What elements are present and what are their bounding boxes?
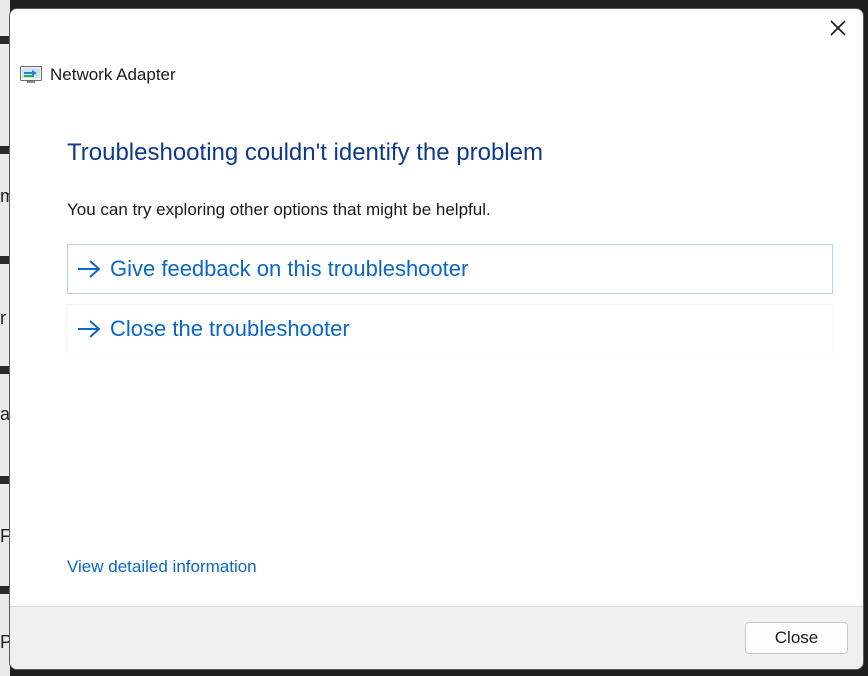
window-title: Network Adapter [50, 65, 176, 84]
close-button[interactable]: Close [745, 622, 848, 654]
dialog-footer: Close [10, 606, 863, 669]
page-title: Troubleshooting couldn't identify the pr… [67, 139, 543, 166]
page-subtitle: You can try exploring other options that… [67, 200, 491, 219]
give-feedback-option[interactable]: Give feedback on this troubleshooter [67, 244, 833, 294]
window-title-bar: Network Adapter [20, 65, 176, 85]
close-troubleshooter-option[interactable]: Close the troubleshooter [67, 304, 833, 354]
option-label: Close the troubleshooter [110, 316, 350, 341]
network-adapter-icon [20, 66, 42, 84]
arrow-right-icon [78, 320, 101, 338]
close-icon-glyph [830, 20, 846, 36]
arrow-right-icon [78, 260, 101, 278]
view-details-link[interactable]: View detailed information [67, 557, 257, 577]
troubleshooter-dialog: Network Adapter Troubleshooting couldn't… [9, 8, 864, 670]
close-icon[interactable] [827, 19, 849, 41]
option-label: Give feedback on this troubleshooter [110, 256, 469, 281]
